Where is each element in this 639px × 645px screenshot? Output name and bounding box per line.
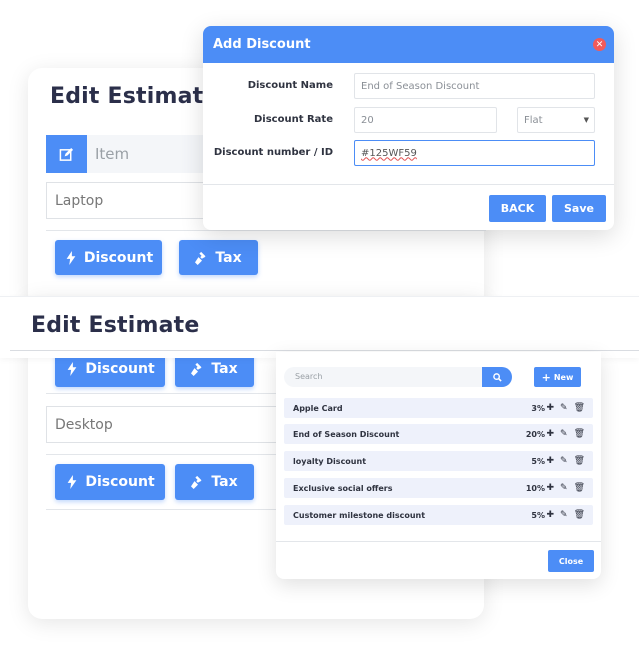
save-button[interactable]: Save (552, 195, 606, 222)
search-button[interactable] (482, 367, 512, 387)
edit-estimate-header: Edit Estimate (0, 296, 639, 358)
gavel-icon (191, 475, 202, 489)
edit-pencil-icon[interactable]: ✎ (560, 429, 568, 439)
discount-item-name: loyalty Discount (293, 456, 367, 466)
new-discount-button[interactable]: + New (534, 367, 581, 387)
add-icon[interactable]: ✚ (546, 429, 554, 439)
modal-title: Add Discount (213, 37, 311, 52)
tax-button[interactable]: Tax (179, 240, 258, 275)
back-button[interactable]: BACK (489, 195, 546, 222)
trash-icon[interactable]: 🗑 (574, 510, 585, 520)
discount-item-name: Exclusive social offers (293, 483, 393, 493)
discount-id-label: Discount number / ID (213, 147, 333, 158)
edit-pencil-icon[interactable]: ✎ (560, 456, 568, 466)
discount-item-percent: 5% (531, 456, 545, 466)
plus-icon: + (541, 370, 551, 384)
discount-type-select[interactable]: Flat ▼ (517, 107, 595, 133)
discount-item-name: End of Season Discount (293, 429, 400, 439)
discount-name-label: Discount Name (247, 80, 333, 91)
add-discount-modal: Add Discount ✕ Discount Name End of Seas… (203, 26, 614, 230)
discount-button[interactable]: Discount (55, 240, 162, 275)
discount-item-percent: 10% (525, 483, 545, 493)
discount-list-item[interactable]: Customer milestone discount 5% ✚ ✎ 🗑 (284, 505, 593, 525)
bolt-icon (67, 475, 77, 489)
close-button[interactable]: Close (548, 550, 594, 572)
modal-header: Add Discount (203, 26, 614, 63)
modal-footer-divider (203, 184, 614, 185)
add-icon[interactable]: ✚ (546, 403, 554, 413)
trash-icon[interactable]: 🗑 (574, 403, 585, 413)
header-divider (10, 350, 639, 351)
search-field[interactable]: Search (284, 367, 484, 387)
discount-item-name: Apple Card (293, 403, 343, 413)
bolt-icon (66, 250, 76, 265)
discount-name-input[interactable]: End of Season Discount (354, 73, 595, 99)
bolt-icon (67, 362, 77, 376)
gavel-icon (191, 362, 202, 376)
item-name-input[interactable]: Laptop (46, 182, 226, 219)
page-title: Edit Estimate (31, 313, 200, 338)
edit-pencil-icon[interactable]: ✎ (560, 510, 568, 520)
discount-id-value: #125WF59 (361, 147, 417, 159)
edit-pencil-icon[interactable]: ✎ (560, 403, 568, 413)
row-divider (46, 230, 486, 231)
discount-button-label: Discount (83, 249, 154, 266)
trash-icon[interactable]: 🗑 (574, 483, 585, 493)
discount-button-label: Discount (85, 474, 155, 490)
panel-footer-divider (276, 541, 601, 542)
trash-icon[interactable]: 🗑 (574, 429, 585, 439)
search-icon (492, 372, 502, 382)
discount-rate-label: Discount Rate (254, 114, 333, 125)
discount-list-item[interactable]: Exclusive social offers 10% ✚ ✎ 🗑 (284, 478, 593, 498)
close-icon[interactable]: ✕ (593, 38, 606, 51)
search-input: Search (295, 372, 323, 381)
discount-type-value: Flat (524, 114, 543, 126)
add-icon[interactable]: ✚ (546, 456, 554, 466)
discount-item-percent: 3% (531, 403, 545, 413)
gavel-icon (195, 251, 206, 265)
discount-button-label: Discount (85, 361, 155, 377)
add-icon[interactable]: ✚ (546, 510, 554, 520)
discount-item-name: Customer milestone discount (293, 510, 426, 520)
edit-pencil-icon[interactable]: ✎ (560, 483, 568, 493)
item-field[interactable]: Item (87, 135, 207, 173)
discount-item-percent: 20% (525, 429, 545, 439)
discount-list-item[interactable]: loyalty Discount 5% ✚ ✎ 🗑 (284, 451, 593, 471)
trash-icon[interactable]: 🗑 (574, 456, 585, 466)
item-name-input[interactable]: Desktop (46, 406, 286, 443)
discount-list-item[interactable]: Apple Card 3% ✚ ✎ 🗑 (284, 398, 593, 418)
discount-list-item[interactable]: End of Season Discount 20% ✚ ✎ 🗑 (284, 424, 593, 444)
new-button-label: New (553, 372, 574, 382)
tax-button[interactable]: Tax (175, 464, 254, 500)
chevron-down-icon: ▼ (583, 116, 589, 124)
tax-button-label: Tax (215, 249, 242, 266)
discount-item-percent: 5% (531, 510, 545, 520)
discount-list-panel: Search + New Apple Card 3% ✚ ✎ 🗑 End of Se… (276, 352, 601, 579)
edit-icon-button[interactable] (46, 135, 87, 173)
discount-id-input[interactable]: #125WF59 (354, 140, 595, 166)
edit-icon (59, 147, 74, 161)
add-icon[interactable]: ✚ (546, 483, 554, 493)
discount-button[interactable]: Discount (55, 464, 165, 500)
tax-button-label: Tax (211, 474, 238, 490)
page-title: Edit Estimate (50, 84, 219, 109)
discount-rate-input[interactable]: 20 (354, 107, 497, 133)
tax-button-label: Tax (211, 361, 238, 377)
